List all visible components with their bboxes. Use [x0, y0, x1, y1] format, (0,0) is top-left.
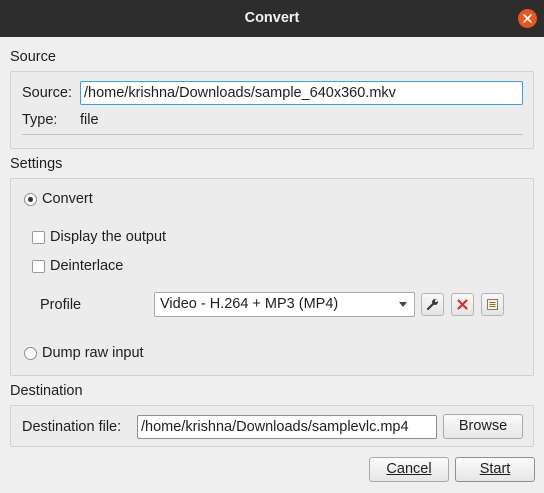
settings-group: Convert Display the output Deinterlace P…	[10, 178, 534, 376]
display-output-checkbox[interactable]	[32, 231, 45, 244]
wrench-icon	[426, 299, 438, 311]
deinterlace-checkbox[interactable]	[32, 260, 45, 273]
cancel-button[interactable]: Cancel	[369, 457, 449, 482]
title-bar: Convert	[0, 0, 544, 37]
edit-profile-button[interactable]	[421, 293, 444, 316]
type-label: Type:	[22, 112, 58, 128]
source-label: Source:	[22, 85, 72, 101]
settings-section-label: Settings	[10, 156, 63, 172]
profile-select[interactable]: Video - H.264 + MP3 (MP4)	[154, 292, 415, 317]
dump-raw-label[interactable]: Dump raw input	[42, 345, 144, 361]
profile-label: Profile	[40, 297, 82, 313]
start-button[interactable]: Start	[455, 457, 535, 482]
convert-label[interactable]: Convert	[42, 191, 93, 207]
destination-file-input[interactable]: /home/krishna/Downloads/samplevlc.mp4	[137, 415, 437, 439]
window-title: Convert	[244, 10, 300, 26]
source-group: Source: /home/krishna/Downloads/sample_6…	[10, 71, 534, 149]
chevron-down-icon	[399, 302, 407, 307]
destination-group: Destination file: /home/krishna/Download…	[10, 405, 534, 447]
source-divider	[22, 134, 523, 135]
browse-button[interactable]: Browse	[443, 414, 523, 439]
display-output-label[interactable]: Display the output	[50, 229, 166, 245]
delete-profile-button[interactable]	[451, 293, 474, 316]
new-profile-icon	[487, 299, 498, 310]
destination-section-label: Destination	[10, 383, 83, 399]
deinterlace-label[interactable]: Deinterlace	[50, 258, 123, 274]
cancel-button-label: Cancel	[386, 461, 432, 477]
source-input[interactable]: /home/krishna/Downloads/sample_640x360.m…	[80, 81, 523, 105]
convert-radio[interactable]	[24, 193, 37, 206]
type-value: file	[80, 112, 99, 128]
source-section-label: Source	[10, 49, 56, 65]
new-profile-button[interactable]	[481, 293, 504, 316]
profile-select-value: Video - H.264 + MP3 (MP4)	[160, 296, 339, 312]
destination-file-label: Destination file:	[22, 419, 122, 435]
dump-raw-radio[interactable]	[24, 347, 37, 360]
delete-icon	[457, 299, 468, 310]
close-button[interactable]	[518, 9, 537, 28]
start-button-label: Start	[479, 461, 511, 477]
close-icon	[523, 14, 532, 23]
